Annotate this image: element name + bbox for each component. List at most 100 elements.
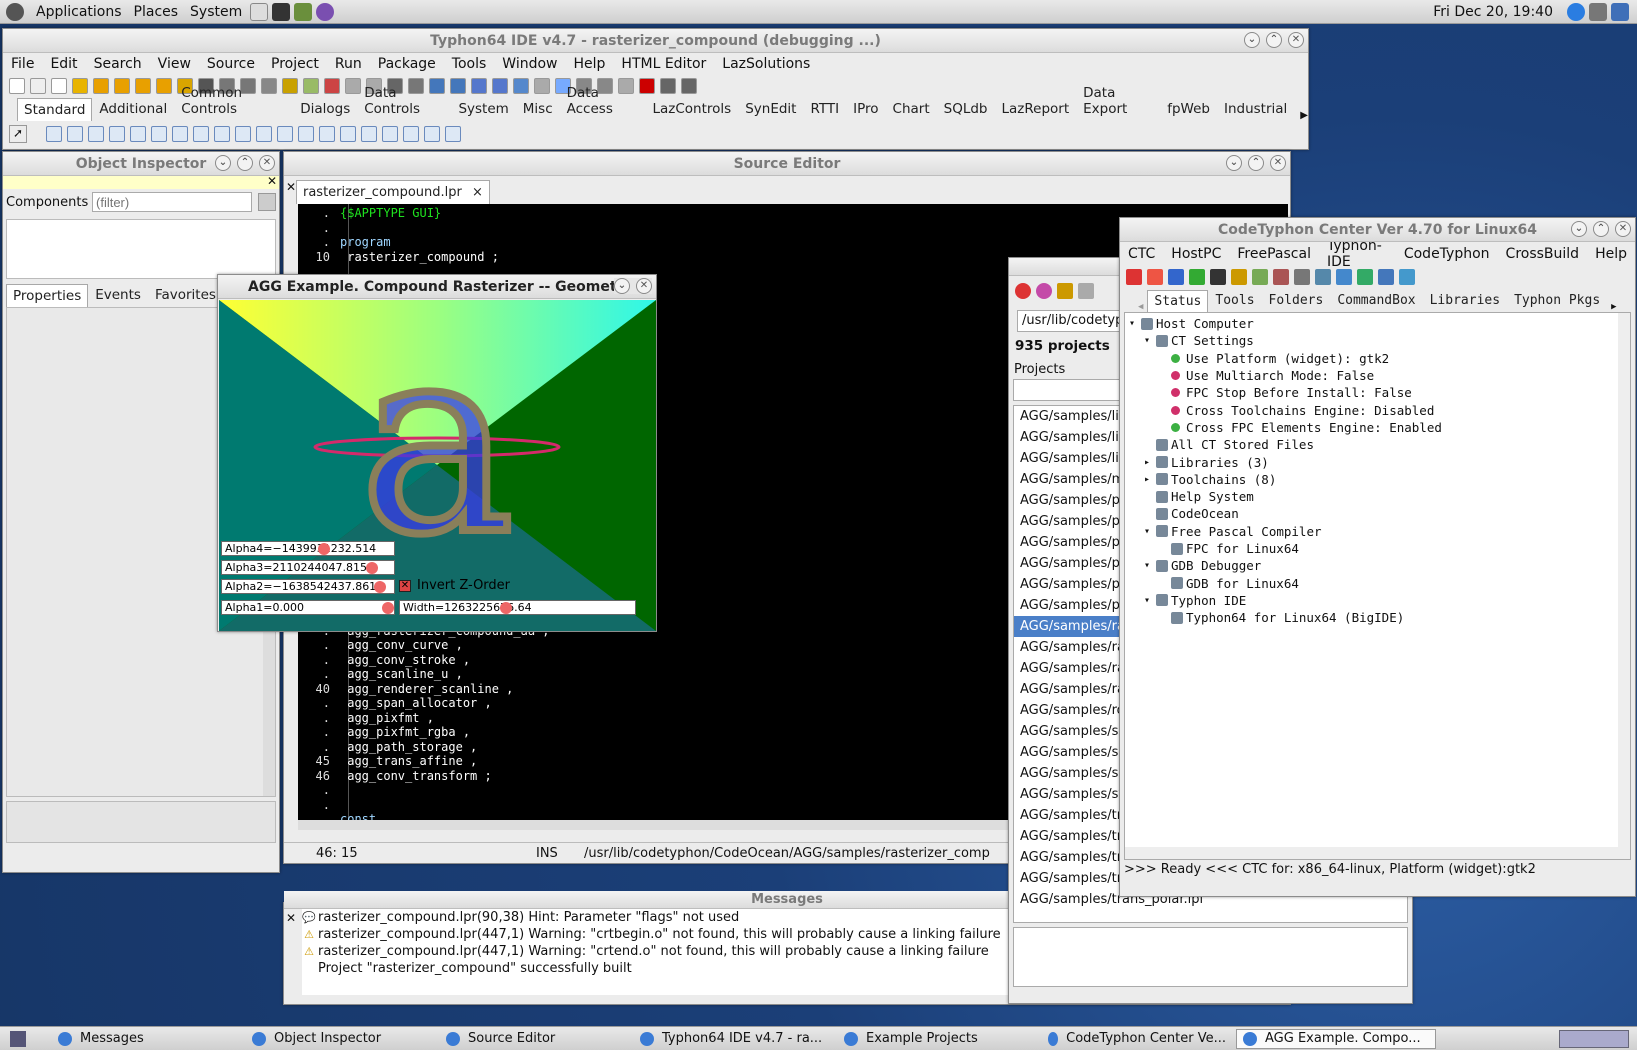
object-inspector-titlebar[interactable]: Object Inspector ⌄ ⌃ ✕ (3, 152, 279, 176)
tree-expander-icon[interactable]: ▾ (1144, 595, 1156, 606)
tabs-scroll-right-icon[interactable]: ▶ (1611, 302, 1616, 312)
pidgin-launcher-icon[interactable] (316, 2, 335, 21)
ctc-menu-codetyphon[interactable]: CodeTyphon (1396, 246, 1498, 262)
tree-expander-icon[interactable]: ▸ (1144, 457, 1156, 468)
minimize-icon[interactable]: ⌄ (1244, 32, 1260, 48)
ide-menu-view[interactable]: View (150, 56, 199, 72)
ctc-tab-status[interactable]: Status (1147, 290, 1209, 312)
menu-applications[interactable]: Applications (30, 4, 128, 20)
maximize-icon[interactable]: ⌃ (1248, 155, 1264, 171)
toolbar-icon[interactable] (324, 78, 340, 94)
ide-menu-edit[interactable]: Edit (42, 56, 85, 72)
toolbar-icon[interactable] (30, 78, 46, 94)
text-editor-launcher-icon[interactable] (250, 2, 269, 21)
component-icon[interactable] (361, 126, 377, 142)
ctc-toolbar-icon[interactable] (1357, 269, 1373, 285)
close-icon[interactable]: ✕ (1270, 155, 1286, 171)
minimize-icon[interactable]: ⌄ (215, 155, 231, 171)
palette-tab-rtti[interactable]: RTTI (803, 97, 846, 121)
palette-tab-additional[interactable]: Additional (92, 97, 174, 121)
settings-icon[interactable] (1078, 283, 1094, 299)
tree-expander-icon[interactable]: ▾ (1129, 318, 1141, 329)
ide-menu-lazsolutions[interactable]: LazSolutions (714, 56, 818, 72)
tree-node[interactable]: FPC for Linux64 (1125, 540, 1630, 557)
component-icon[interactable] (403, 126, 419, 142)
component-icon[interactable] (46, 126, 62, 142)
toolbar-icon[interactable] (114, 78, 130, 94)
ctc-tree-h-scrollbar[interactable] (1125, 847, 1630, 859)
ctc-toolbar-icon[interactable] (1315, 269, 1331, 285)
ctc-menu-ctc[interactable]: CTC (1120, 246, 1163, 262)
agg-titlebar[interactable]: AGG Example. Compound Rasterizer -- Geom… (218, 275, 656, 299)
palette-tab-synedit[interactable]: SynEdit (738, 97, 803, 121)
ctc-toolbar-icon[interactable] (1294, 269, 1310, 285)
pointer-tool-icon[interactable]: ➚ (9, 125, 27, 143)
ide-menu-file[interactable]: File (3, 56, 42, 72)
alpha-slider[interactable]: Alpha2=−1638542437.861 (221, 579, 395, 594)
ctc-tab-tools[interactable]: Tools (1208, 289, 1261, 312)
tree-node[interactable]: All CT Stored Files (1125, 436, 1630, 453)
tree-node[interactable]: Cross Toolchains Engine: Disabled (1125, 401, 1630, 418)
close-icon[interactable]: ✕ (636, 278, 652, 294)
invert-zorder-checkbox[interactable]: ✕ (399, 579, 411, 592)
toolbar-icon[interactable] (72, 78, 88, 94)
ide-menu-package[interactable]: Package (370, 56, 444, 72)
taskbar-item[interactable]: Source Editor (440, 1029, 630, 1049)
clear-filter-icon[interactable] (258, 193, 276, 211)
palette-tab-dialogs[interactable]: Dialogs (293, 97, 357, 121)
tree-node[interactable]: GDB for Linux64 (1125, 574, 1630, 591)
component-icon[interactable] (193, 126, 209, 142)
clock[interactable]: Fri Dec 20, 19:40 (1433, 4, 1553, 20)
palette-tab-data-access[interactable]: Data Access (560, 81, 646, 121)
toolbar-icon[interactable] (450, 78, 466, 94)
toolbar-icon[interactable] (156, 78, 172, 94)
show-desktop-icon[interactable] (10, 1030, 26, 1047)
ide-menu-help[interactable]: Help (566, 56, 614, 72)
palette-tab-industrial[interactable]: Industrial (1217, 97, 1294, 121)
tree-node[interactable]: Help System (1125, 488, 1630, 505)
tree-node[interactable]: ▾ GDB Debugger (1125, 557, 1630, 574)
close-icon[interactable]: ✕ (259, 155, 275, 171)
component-icon[interactable] (277, 126, 293, 142)
toolbar-icon[interactable] (93, 78, 109, 94)
ctc-menu-hostpc[interactable]: HostPC (1163, 246, 1229, 262)
palette-tab-system[interactable]: System (451, 97, 515, 121)
ctc-toolbar-icon[interactable] (1126, 269, 1142, 285)
ctc-toolbar-icon[interactable] (1273, 269, 1289, 285)
ctc-toolbar-icon[interactable] (1378, 269, 1394, 285)
close-icon[interactable]: ✕ (1288, 32, 1304, 48)
terminal-launcher-icon[interactable] (272, 2, 291, 21)
spiral-icon[interactable] (1567, 2, 1585, 21)
ctc-menu-freepascal[interactable]: FreePascal (1229, 246, 1319, 262)
volume-icon[interactable] (1589, 2, 1607, 21)
component-tree[interactable] (6, 219, 276, 279)
toolbar-icon[interactable] (534, 78, 550, 94)
tree-node[interactable]: Use Platform (widget): gtk2 (1125, 350, 1630, 367)
agg-canvas[interactable]: a Alpha4=−1439931232.514 Alpha3=211024404… (219, 300, 656, 631)
taskbar-item[interactable]: CodeTyphon Center Ve... (1042, 1029, 1232, 1049)
component-icon[interactable] (130, 126, 146, 142)
maximize-icon[interactable]: ⌃ (1593, 221, 1609, 237)
component-icon[interactable] (109, 126, 125, 142)
tab-events[interactable]: Events (88, 283, 148, 307)
tree-node[interactable]: Use Multiarch Mode: False (1125, 367, 1630, 384)
alpha-slider-knob[interactable] (318, 543, 330, 555)
minimize-icon[interactable]: ⌄ (1571, 221, 1587, 237)
ctc-tab-commandbox[interactable]: CommandBox (1330, 289, 1422, 312)
ide-menu-source[interactable]: Source (199, 56, 263, 72)
ctc-toolbar-icon[interactable] (1168, 269, 1184, 285)
toolbar-icon[interactable] (471, 78, 487, 94)
maximize-icon[interactable]: ⌃ (1266, 32, 1282, 48)
components-filter-input[interactable] (92, 192, 252, 212)
tree-node[interactable]: CodeOcean (1125, 505, 1630, 522)
component-icon[interactable] (340, 126, 356, 142)
alpha-slider[interactable]: Alpha4=−1439931232.514 (221, 541, 395, 556)
toolbar-icon[interactable] (660, 78, 676, 94)
tree-node[interactable]: ▸ Toolchains (8) (1125, 471, 1630, 488)
gnome-foot-icon[interactable] (6, 2, 24, 21)
ide-titlebar[interactable]: Typhon64 IDE v4.7 - rasterizer_compound … (3, 29, 1308, 53)
toolbar-icon[interactable] (135, 78, 151, 94)
component-icon[interactable] (256, 126, 272, 142)
toolbar-icon[interactable] (9, 78, 25, 94)
alpha-slider[interactable]: Alpha1=0.000 (221, 600, 395, 615)
